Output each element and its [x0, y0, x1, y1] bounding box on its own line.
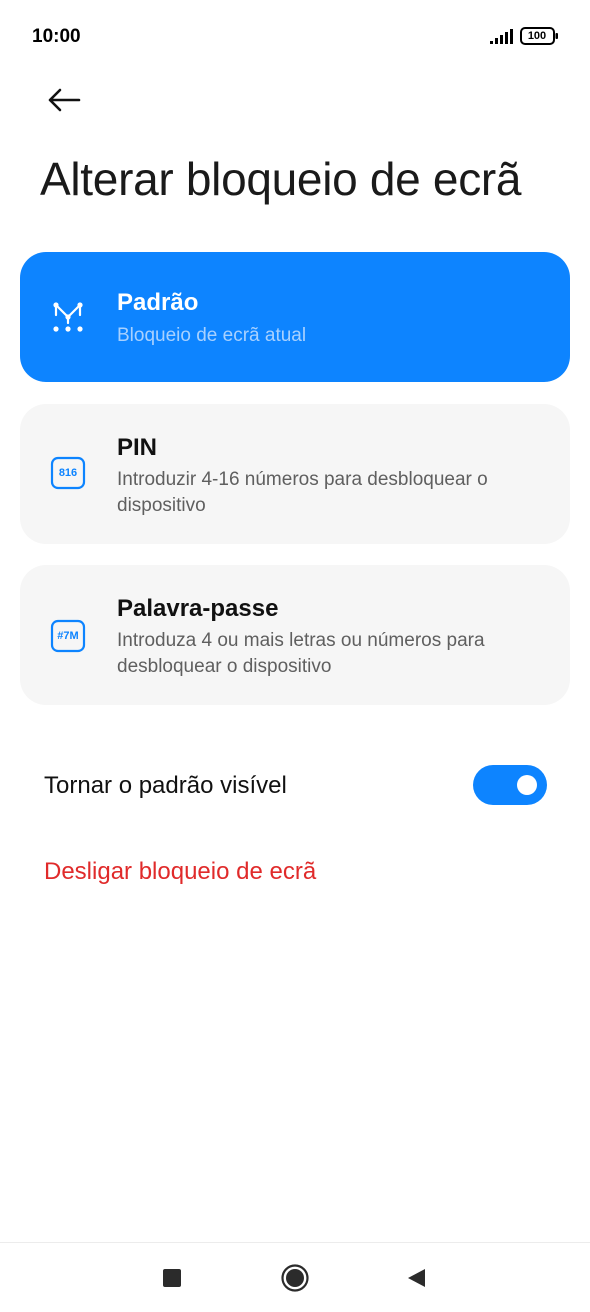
toggle-knob	[517, 775, 537, 795]
page-title: Alterar bloqueio de ecrã	[40, 153, 522, 205]
recents-button[interactable]	[142, 1243, 202, 1312]
nav-back-button[interactable]	[386, 1243, 446, 1312]
signal-icon	[490, 29, 513, 44]
option-pattern-title: Padrão	[117, 289, 199, 316]
option-pattern[interactable]: Padrão Bloqueio de ecrã atual	[20, 252, 570, 382]
option-password[interactable]: #7M Palavra-passe Introduza 4 ou mais le…	[20, 565, 570, 705]
option-pin-title: PIN	[117, 434, 158, 461]
arrow-left-icon	[48, 88, 81, 112]
visible-pattern-row[interactable]: Tornar o padrão visível	[0, 750, 590, 822]
status-bar: 10:00 100	[0, 0, 590, 72]
turn-off-lock-button[interactable]: Desligar bloqueio de ecrã	[44, 858, 316, 886]
password-icon-label: #7M	[57, 630, 79, 642]
option-password-title: Palavra-passe	[117, 595, 279, 622]
back-triangle-icon	[408, 1269, 425, 1287]
option-pin-description: Introduzir 4-16 números para desbloquear…	[117, 469, 488, 516]
option-pattern-description: Bloqueio de ecrã atual	[117, 325, 307, 346]
visible-pattern-label: Tornar o padrão visível	[44, 772, 287, 799]
back-button[interactable]	[38, 78, 90, 122]
pin-icon-label: 816	[58, 467, 78, 479]
pattern-icon	[53, 302, 83, 332]
visible-pattern-toggle[interactable]	[473, 765, 547, 805]
option-password-description: Introduza 4 ou mais letras ou números pa…	[117, 630, 485, 677]
status-time: 10:00	[32, 26, 81, 47]
battery-icon: 100	[520, 27, 560, 45]
screen: 10:00 100 Alterar bloqueio de ecrã Padrã…	[0, 0, 590, 1312]
option-pin[interactable]: 816 PIN Introduzir 4-16 números para des…	[20, 404, 570, 544]
pin-icon: 816	[50, 455, 86, 491]
password-icon: #7M	[50, 618, 86, 654]
battery-level: 100	[527, 30, 547, 42]
home-circle-icon	[281, 1264, 309, 1292]
navigation-bar	[0, 1242, 590, 1312]
recents-square-icon	[163, 1269, 181, 1287]
home-button[interactable]	[265, 1243, 325, 1312]
